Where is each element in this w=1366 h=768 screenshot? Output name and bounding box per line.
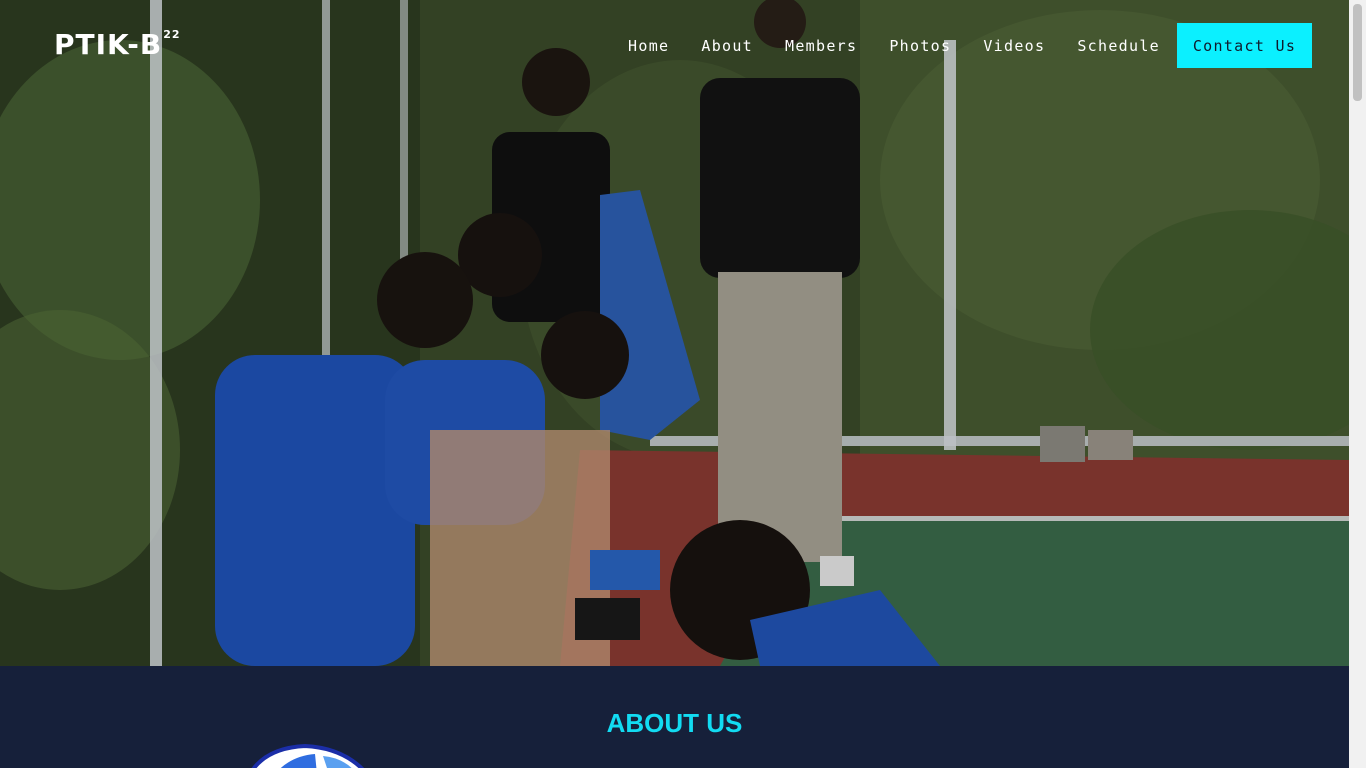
hero-photo (0, 0, 1349, 666)
site-logo-superscript: 22 (163, 27, 181, 41)
nav-link-schedule[interactable]: Schedule (1077, 37, 1160, 55)
nav-link-videos[interactable]: Videos (983, 37, 1045, 55)
page: PTIK-B22 Home About Members Photos Video… (0, 0, 1349, 768)
page-scrollbar[interactable] (1349, 0, 1366, 768)
site-logo[interactable]: PTIK-B22 (54, 28, 181, 61)
site-logo-text: PTIK-B (54, 28, 163, 61)
nav-link-photos[interactable]: Photos (889, 37, 951, 55)
nav-link-members[interactable]: Members (785, 37, 857, 55)
nav-links: Home About Members Photos Videos Schedul… (628, 23, 1312, 68)
mascot-image (251, 744, 365, 768)
hero-section: PTIK-B22 Home About Members Photos Video… (0, 0, 1349, 666)
scrollbar-thumb[interactable] (1353, 4, 1362, 101)
nav-link-about[interactable]: About (701, 37, 753, 55)
nav-link-home[interactable]: Home (628, 37, 669, 55)
about-section: ABOUT US (0, 666, 1349, 768)
contact-us-button[interactable]: Contact Us (1177, 23, 1312, 68)
about-title: ABOUT US (606, 708, 743, 738)
navbar: PTIK-B22 Home About Members Photos Video… (0, 0, 1349, 90)
